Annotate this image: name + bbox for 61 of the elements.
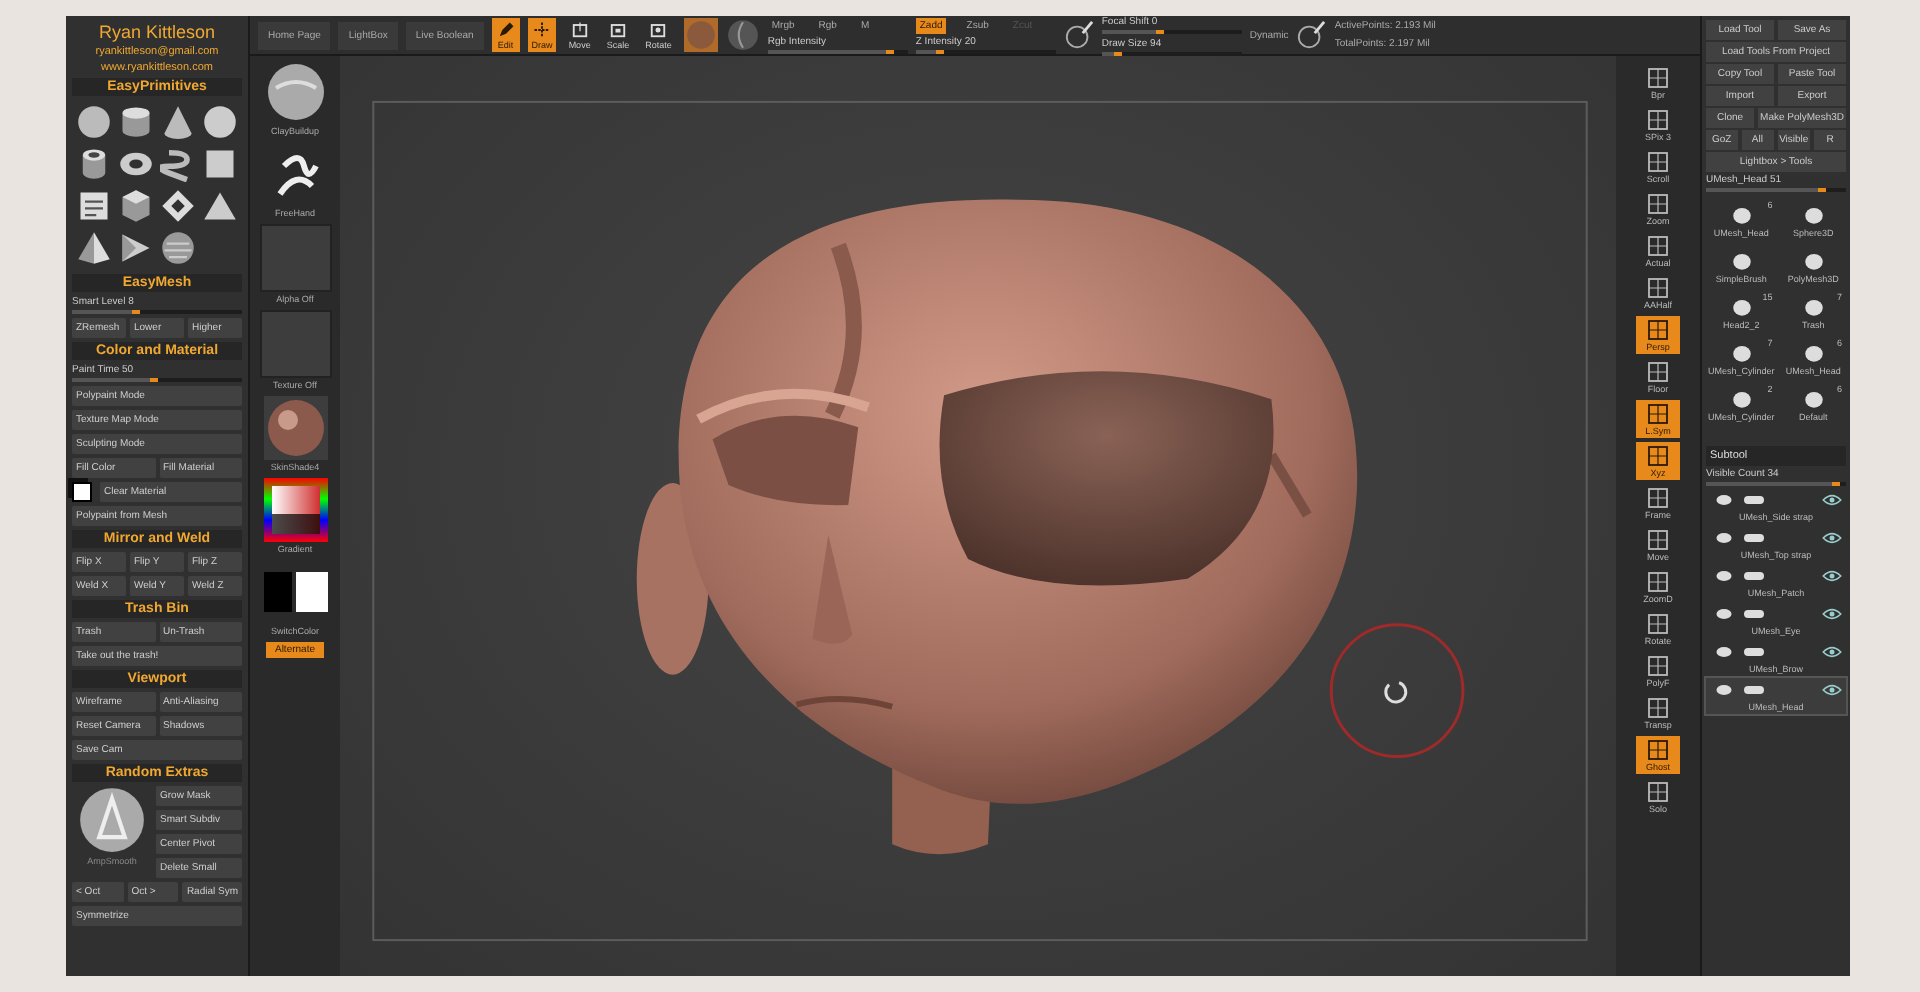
grid-icon [1646,654,1670,678]
pencil-icon [495,20,516,40]
grid-icon [1646,612,1670,636]
eye-icon [1822,642,1842,662]
grid-icon [1646,360,1670,384]
grid-icon [1646,528,1670,552]
grid-icon [1646,150,1670,174]
grid-icon [1646,696,1670,720]
crosshair-icon [532,20,553,40]
author-name: Ryan Kittleson [96,22,218,42]
toggle-switch[interactable] [1744,534,1764,542]
grid-icon [1646,486,1670,510]
eye-icon [1822,528,1842,548]
sphere-icon [263,60,327,124]
sphere-icon [202,104,238,140]
grid-icon [1646,234,1670,258]
page-icon [76,188,112,224]
frame-icon [160,188,196,224]
grid-icon [1646,444,1670,468]
material-icon [263,396,327,460]
grid-icon [1646,738,1670,762]
grid-icon [1646,276,1670,300]
eye-icon [1822,490,1842,510]
sphere-icon [78,786,146,854]
sphere-icon [160,230,196,266]
frame-icon [569,20,590,40]
grid-icon [1646,780,1670,804]
grid-icon [1646,402,1670,426]
sphere-icon [76,104,112,140]
material-icon [683,18,718,52]
brush-icon [1296,20,1327,50]
toggle-switch[interactable] [1744,610,1764,618]
eye-icon [1822,604,1842,624]
sphere-icon [725,18,760,52]
brush-icon [1063,20,1094,50]
empty-thumbnail[interactable] [259,310,331,378]
eye-icon [1822,680,1842,700]
grid-icon [1646,570,1670,594]
cylinder-icon [118,104,154,140]
cone-icon [160,104,196,140]
toggle-switch[interactable] [1744,572,1764,580]
cube-icon [118,188,154,224]
grid-icon [1646,66,1670,90]
frame-icon [607,20,628,40]
eye-icon [1822,566,1842,586]
toggle-switch[interactable] [1744,496,1764,504]
color-picker-icon [263,478,327,542]
toggle-switch[interactable] [1744,686,1764,694]
toggle-switch[interactable] [1744,648,1764,656]
prism-icon [118,230,154,266]
grid-icon [1646,108,1670,132]
empty-thumbnail[interactable] [259,224,331,292]
frame-icon [648,20,669,40]
color-swatch[interactable] [72,482,92,502]
pyramid-icon [76,230,112,266]
triangle-icon [202,188,238,224]
brush-cursor [1329,623,1465,758]
grid-icon [1646,192,1670,216]
grid-icon [1646,318,1670,342]
square-icon [202,146,238,182]
spiral-icon [160,146,196,182]
